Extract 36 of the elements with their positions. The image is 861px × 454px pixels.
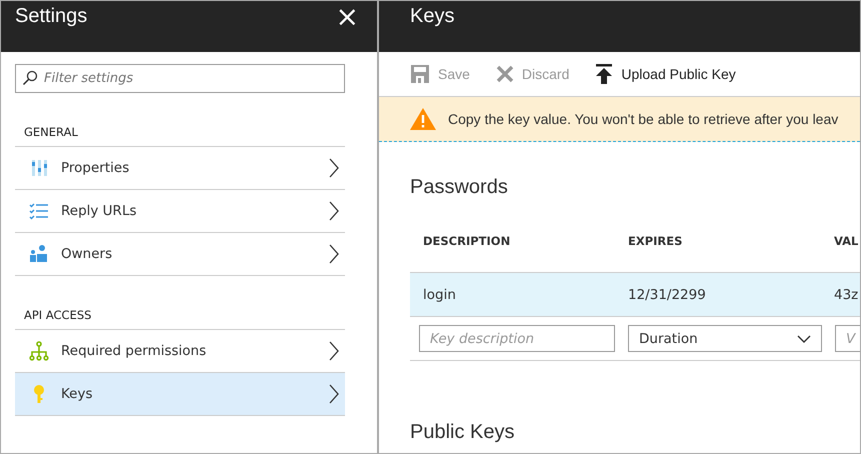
value-field[interactable]: V bbox=[835, 325, 860, 352]
section-heading: GENERAL bbox=[24, 125, 79, 141]
section-heading: API ACCESS bbox=[24, 308, 92, 324]
warning-icon bbox=[410, 108, 436, 130]
warning-message: Copy the key value. You won't be able to retrieve after you leav bbox=[448, 111, 838, 127]
column-header: VAL bbox=[834, 234, 860, 248]
chevron-right-icon bbox=[329, 158, 339, 178]
chevron-right-icon bbox=[329, 384, 339, 404]
people-icon bbox=[29, 244, 49, 264]
chevron-down-icon bbox=[797, 334, 811, 342]
duration-dropdown[interactable]: Duration bbox=[628, 325, 822, 352]
section-heading: Public Keys bbox=[410, 421, 516, 445]
panel-title: Keys bbox=[409, 5, 454, 28]
close-icon bbox=[496, 65, 514, 83]
upload-icon bbox=[595, 64, 614, 84]
filter-field[interactable]: Filter settings bbox=[15, 64, 345, 93]
menu-item[interactable]: Owners bbox=[15, 233, 345, 276]
upload-button[interactable]: Upload Public Key bbox=[595, 64, 736, 84]
section-heading: Passwords bbox=[410, 176, 509, 200]
key-description-field[interactable]: Key description bbox=[419, 325, 615, 352]
table-cell-text: 12/31/2299 bbox=[628, 286, 707, 302]
menu-item[interactable]: Reply URLs bbox=[15, 190, 345, 233]
chevron-right-icon bbox=[329, 341, 339, 361]
panel-title: Settings bbox=[15, 5, 88, 28]
close-button[interactable]: × bbox=[332, 3, 363, 31]
menu-item[interactable]: Keys bbox=[15, 373, 345, 416]
table-cell-text: 43z bbox=[834, 286, 860, 302]
column-header: DESCRIPTION bbox=[423, 234, 512, 248]
hierarchy-icon bbox=[29, 341, 49, 361]
chevron-right-icon bbox=[329, 244, 339, 264]
menu-item[interactable]: Properties bbox=[15, 147, 345, 190]
table-cell-text: login bbox=[423, 286, 457, 302]
sliders-icon bbox=[29, 158, 49, 178]
column-header: EXPIRES bbox=[628, 234, 684, 248]
chevron-right-icon bbox=[329, 201, 339, 221]
checklist-icon bbox=[29, 201, 49, 221]
